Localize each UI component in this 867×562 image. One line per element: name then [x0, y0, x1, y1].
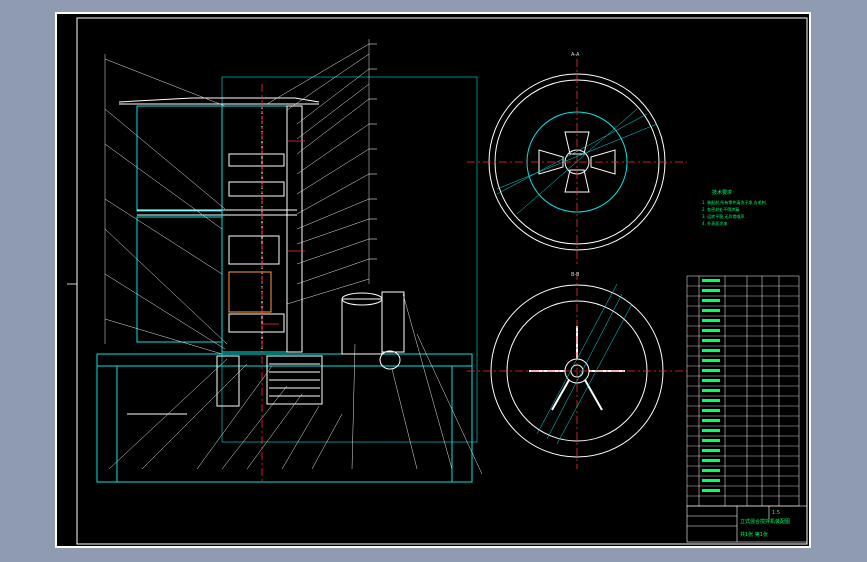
- upper-hub: [228, 181, 285, 197]
- lower-bearing: [228, 313, 285, 333]
- bottom-view-arm-5: [551, 379, 570, 411]
- leader-4: [296, 83, 370, 140]
- parts-list-rows: [687, 279, 799, 497]
- leader-10: [296, 218, 370, 245]
- leader-b9: [391, 368, 418, 470]
- leader-b2: [141, 363, 248, 470]
- title-block-scale: 1:5: [772, 510, 780, 516]
- leader-2: [286, 53, 370, 111]
- leader-b3: [196, 365, 273, 470]
- parts-row-text-mark: [702, 339, 720, 342]
- leader-b5: [246, 393, 303, 470]
- parts-row-text-mark: [702, 399, 720, 402]
- parts-row-text-mark: [702, 389, 720, 392]
- note-line-2: 2. 各密封处不得渗漏.: [702, 206, 740, 212]
- lower-drum: [136, 216, 223, 343]
- leader-13: [286, 278, 370, 305]
- parts-row-text-mark: [702, 369, 720, 372]
- motor-mount: [381, 291, 405, 353]
- bottom-view-label: B-B: [571, 272, 580, 278]
- bottom-view-arm-4: [584, 379, 603, 411]
- leader-l5: [104, 228, 228, 345]
- part-number-stubs: [369, 43, 377, 260]
- leader-l3: [104, 143, 223, 230]
- bottom-view: [467, 272, 687, 469]
- gear-box: [228, 235, 280, 265]
- parts-row-text-mark: [702, 419, 720, 422]
- technical-notes: 技术要求 1. 装配前,所有零件清洗干净,去毛刺. 2. 各密封处不得渗漏. 3…: [702, 189, 767, 226]
- leader-lines-right: [266, 39, 370, 305]
- notes-title: 技术要求: [712, 189, 732, 196]
- hopper-lip: [118, 97, 320, 103]
- drawing-sheet: A-A B-B 技术要求 1. 装配前,所有零件清洗干净,去毛刺. 2. 各密封…: [55, 12, 811, 548]
- section-centerlines: [261, 84, 305, 484]
- tv-leader-2: [496, 113, 648, 195]
- cad-drawing: A-A B-B 技术要求 1. 装配前,所有零件清洗干净,去毛刺. 2. 各密封…: [67, 17, 808, 545]
- inner-border: [76, 17, 808, 545]
- section-frame: [221, 76, 478, 443]
- leader-9: [296, 198, 370, 230]
- section-view: [96, 76, 478, 483]
- leader-6: [296, 123, 370, 175]
- upper-bearing: [228, 153, 285, 167]
- leader-l2: [104, 108, 226, 210]
- note-line-1: 1. 装配前,所有零件清洗干净,去毛刺.: [702, 199, 767, 205]
- lower-gear: [228, 271, 272, 313]
- parts-row-text-mark: [702, 329, 720, 332]
- leader-8: [296, 173, 370, 215]
- parts-row-text-mark: [702, 309, 720, 312]
- parts-row-text-mark: [702, 439, 720, 442]
- leader-lines-bottom: [108, 293, 483, 475]
- leader-b8: [351, 343, 356, 470]
- title-block-name: 立式混合搅拌机装配图: [740, 518, 790, 525]
- leader-1: [266, 43, 370, 105]
- parts-row-text-mark: [702, 489, 720, 492]
- upper-drum: [136, 105, 223, 212]
- shaft-housing: [286, 105, 303, 353]
- parts-row-text-mark: [702, 299, 720, 302]
- leader-b7: [311, 413, 343, 470]
- leader-5: [296, 98, 370, 155]
- leader-l7: [104, 318, 223, 355]
- tv-leader-1: [496, 123, 658, 190]
- leader-7: [296, 148, 370, 195]
- parts-row-text-mark: [702, 349, 720, 352]
- parts-row-text-mark: [702, 289, 720, 292]
- top-view: [467, 59, 687, 264]
- title-block-sheet: 共1张 第1张: [740, 531, 768, 538]
- leader-12: [296, 258, 370, 285]
- drive-shaft-sleeve: [216, 355, 240, 407]
- parts-row-text-mark: [702, 319, 720, 322]
- parts-row-text-mark: [702, 479, 720, 482]
- top-view-label: A-A: [571, 52, 580, 58]
- leader-b6: [281, 405, 320, 470]
- parts-row-text-mark: [702, 459, 720, 462]
- leader-11: [296, 238, 370, 265]
- note-line-3: 3. 运转平稳,无异常噪声.: [702, 213, 746, 219]
- bv-leader-2: [546, 293, 623, 440]
- parts-row-text-mark: [702, 429, 720, 432]
- parts-row-text-mark: [702, 359, 720, 362]
- bv-leader-3: [556, 303, 633, 445]
- parts-row-text-mark: [702, 379, 720, 382]
- parts-row-text-mark: [702, 409, 720, 412]
- motor-body: [341, 298, 383, 355]
- bottom-view-leaders: [536, 283, 633, 445]
- note-line-4: 4. 外表面涂漆.: [702, 220, 728, 226]
- leader-l1: [104, 58, 226, 107]
- parts-row-text-mark: [702, 469, 720, 472]
- parts-row-text-mark: [702, 279, 720, 282]
- parts-row-text-mark: [702, 449, 720, 452]
